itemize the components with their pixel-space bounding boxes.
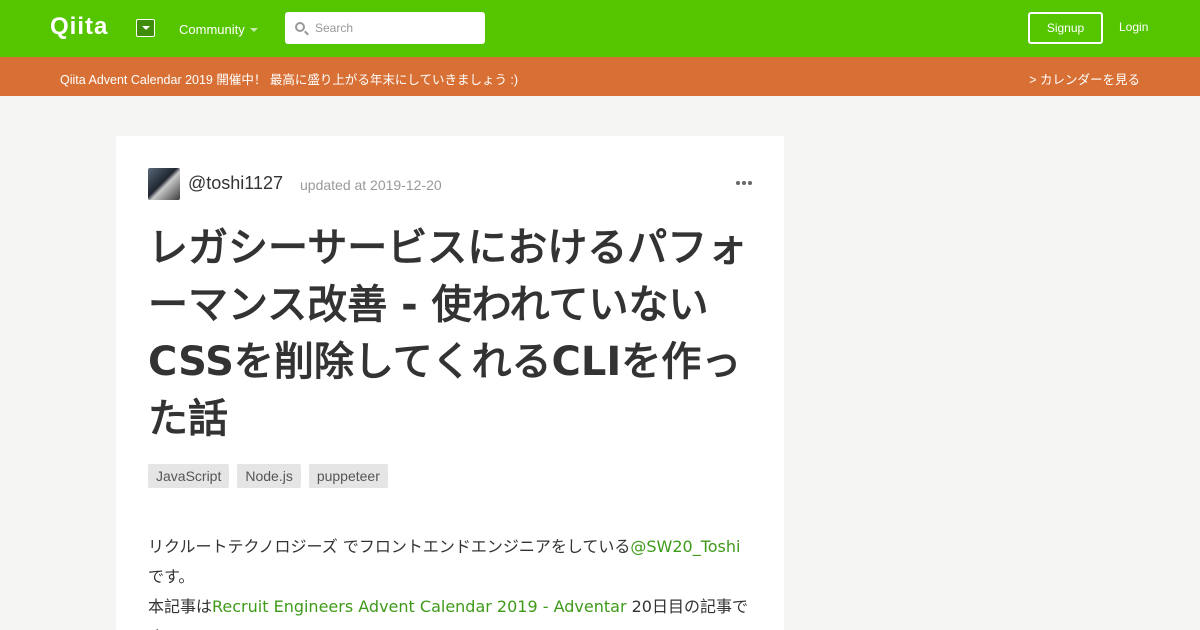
logo-dropdown-icon[interactable] xyxy=(136,19,155,37)
article-body: リクルートテクノロジーズ でフロントエンドエンジニアをしている@SW20_Tos… xyxy=(148,532,748,630)
search-icon xyxy=(295,22,305,32)
login-link[interactable]: Login xyxy=(1119,20,1148,34)
avatar[interactable] xyxy=(148,168,180,200)
tag-list: JavaScript Node.js puppeteer xyxy=(148,464,388,488)
qiita-logo[interactable]: Qiita xyxy=(50,13,108,41)
article-title: レガシーサービスにおけるパフォーマンス改善 - 使われていないCSSを削除してく… xyxy=(148,225,748,442)
banner-text: Qiita Advent Calendar 2019 開催中！ 最高に盛り上がる… xyxy=(60,73,519,87)
calendar-intro-prefix: 本記事は xyxy=(148,597,213,616)
signup-button[interactable]: Signup xyxy=(1028,12,1103,44)
tag-puppeteer[interactable]: puppeteer xyxy=(308,464,388,488)
chevron-down-icon[interactable] xyxy=(250,28,258,32)
search-input[interactable] xyxy=(315,18,475,38)
advent-calendar-banner: Qiita Advent Calendar 2019 開催中！ 最高に盛り上がる… xyxy=(0,57,1200,96)
author-username[interactable]: @toshi1127 xyxy=(188,173,283,194)
community-menu[interactable]: Community xyxy=(179,22,245,37)
calendar-link[interactable]: > カレンダーを見る xyxy=(1029,69,1140,88)
author-twitter-link[interactable]: @SW20_Toshi xyxy=(630,537,740,556)
global-header: Qiita Community Signup Login xyxy=(0,0,1200,57)
more-options-icon[interactable] xyxy=(736,180,752,186)
updated-date: updated at 2019-12-20 xyxy=(300,177,442,193)
article-card: @toshi1127 updated at 2019-12-20 レガシーサービ… xyxy=(116,136,784,630)
search-box[interactable] xyxy=(285,12,485,44)
adventar-link[interactable]: Recruit Engineers Advent Calendar 2019 -… xyxy=(212,597,627,616)
intro-text-end: です。 xyxy=(148,567,195,586)
tag-nodejs[interactable]: Node.js xyxy=(237,464,301,488)
intro-text: リクルートテクノロジーズ でフロントエンドエンジニアをしている xyxy=(148,537,631,556)
tag-javascript[interactable]: JavaScript xyxy=(148,464,230,488)
